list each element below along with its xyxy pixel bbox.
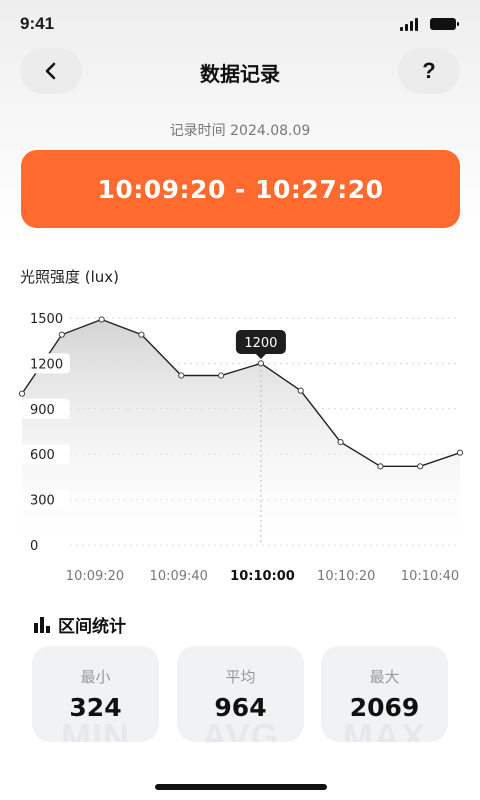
x-tick-label: 10:09:40 (150, 569, 208, 584)
data-point (18, 390, 26, 397)
stats-title-label: 区间统计 (58, 617, 126, 637)
data-point (138, 331, 145, 338)
stat-value: 2069 (349, 693, 420, 722)
status-bar: 9:41 (0, 0, 480, 50)
home-indicator[interactable] (155, 784, 327, 790)
y-tick-label: 0 (30, 539, 38, 554)
y-tick-label: 1200 (30, 357, 63, 372)
stat-label: 最小 (80, 668, 111, 686)
stat-value: 964 (214, 693, 267, 722)
stat-value: 324 (69, 693, 122, 722)
data-point (337, 438, 344, 446)
y-tick-label: 900 (30, 403, 55, 418)
record-date: 记录时间 2024.08.09 (169, 123, 311, 139)
signal-icon (400, 18, 418, 31)
help-button[interactable]: ? (398, 48, 460, 94)
data-point (178, 372, 185, 379)
y-tick-label: 1500 (30, 312, 63, 327)
data-point (297, 387, 304, 394)
data-point (217, 372, 225, 379)
stat-card-avg: AVG 平均 964 (177, 646, 304, 742)
battery-icon (430, 18, 459, 30)
time-range-banner: 10:09:20 - 10:27:20 (21, 150, 460, 228)
x-tick-label: 10:10:40 (401, 569, 459, 584)
y-tick-label: 300 (30, 494, 55, 509)
status-icons (400, 18, 459, 31)
data-point (257, 360, 265, 367)
stats-title: 区间统计 (34, 612, 126, 637)
chart-title: 光照强度 (lux) (20, 268, 120, 286)
status-time: 9:41 (20, 14, 55, 33)
stat-label: 最大 (369, 668, 400, 686)
data-point (377, 463, 384, 470)
y-tick-label: 600 (30, 448, 55, 463)
x-tick-label: 10:10:20 (317, 569, 375, 584)
bar-chart-icon (34, 616, 50, 633)
stat-card-min: MIN 最小 324 (32, 646, 159, 742)
data-point (98, 316, 105, 323)
data-point (58, 331, 65, 338)
data-point (456, 449, 464, 456)
stat-card-max: MAX 最大 2069 (321, 646, 448, 742)
x-tick-label: 10:09:20 (66, 569, 124, 584)
light-intensity-chart[interactable]: 1500 1200 900 600 300 0 1200 10:09:20 10:09:40 10… (0, 300, 480, 590)
stat-label: 平均 (225, 668, 256, 686)
tooltip-label: 1200 (244, 336, 277, 351)
data-point (417, 463, 424, 470)
tooltip-pointer (255, 354, 266, 359)
x-tick-label: 10:10:00 (230, 569, 295, 584)
